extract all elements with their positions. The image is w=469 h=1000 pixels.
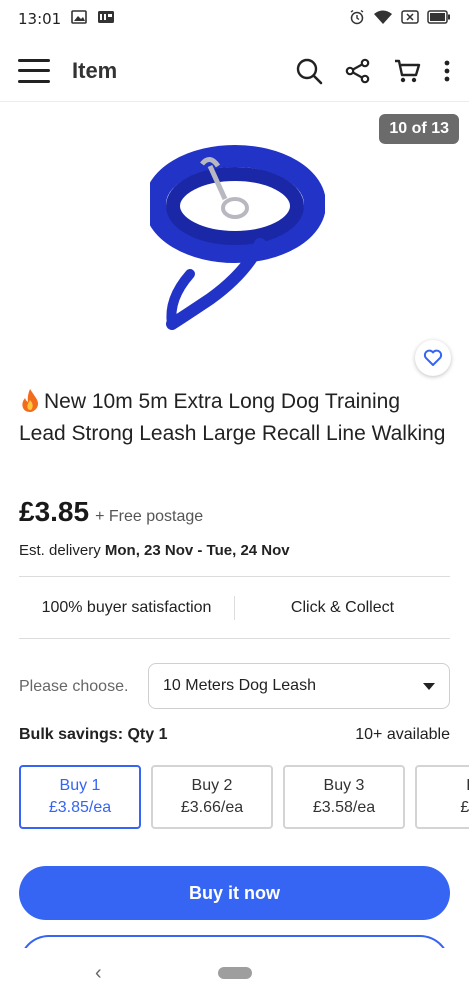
click-collect-badge: Click & Collect xyxy=(290,599,395,616)
bulk-option-3[interactable]: Buy 3 £3.58/ea xyxy=(283,765,405,829)
bulk-option-price: £3.85/ea xyxy=(48,799,112,816)
product-title-text: New 10m 5m Extra Long Dog Training Lead … xyxy=(19,390,446,445)
alarm-icon xyxy=(349,9,365,29)
badges-row: 100% buyer satisfaction Click & Collect xyxy=(19,590,450,626)
image-counter: 10 of 13 xyxy=(379,114,459,144)
chevron-down-icon xyxy=(423,682,435,690)
fire-icon xyxy=(22,389,38,412)
postage: + Free postage xyxy=(95,508,204,525)
divider xyxy=(19,638,450,639)
variant-select[interactable]: 10 Meters Dog Leash xyxy=(148,663,450,709)
bulk-option-2[interactable]: Buy 2 £3.66/ea xyxy=(151,765,273,829)
bulk-option-qty: Buy 3 xyxy=(323,777,365,794)
buyer-satisfaction-badge: 100% buyer satisfaction xyxy=(41,599,212,616)
bulk-savings-label: Bulk savings: Qty 1 xyxy=(19,726,168,743)
system-nav-bar: ‹ xyxy=(0,948,469,1000)
nav-home-button[interactable] xyxy=(218,967,252,979)
menu-icon[interactable] xyxy=(18,58,50,83)
more-vertical-icon[interactable] xyxy=(443,59,451,83)
bulk-option-qty: Buy 1 xyxy=(59,777,101,794)
bulk-option-qty: Buy 2 xyxy=(191,777,233,794)
availability: 10+ available xyxy=(355,726,450,743)
variant-label: Please choose. xyxy=(19,678,129,695)
divider xyxy=(19,576,450,577)
status-time: 13:01 xyxy=(18,10,62,28)
watch-button[interactable] xyxy=(415,340,451,376)
delivery-label: Est. delivery xyxy=(19,542,101,559)
battery-icon xyxy=(427,10,451,28)
bulk-option-1[interactable]: Buy 1 £3.85/ea xyxy=(19,765,141,829)
wifi-icon xyxy=(373,9,393,29)
product-image xyxy=(150,145,325,330)
product-gallery[interactable]: 10 of 13 xyxy=(0,104,469,380)
status-bar: 13:01 xyxy=(0,0,469,38)
page-title: Item xyxy=(72,57,118,83)
cart-icon[interactable] xyxy=(393,57,421,85)
bulk-options: Buy 1 £3.85/ea Buy 2 £3.66/ea Buy 3 £3.5… xyxy=(19,765,469,829)
bulk-option-price: £3.4 xyxy=(460,799,469,816)
bulk-savings-row: Bulk savings: Qty 1 10+ available xyxy=(19,726,450,744)
bulk-option-price: £3.58/ea xyxy=(312,799,376,816)
heart-icon xyxy=(423,349,443,366)
share-icon[interactable] xyxy=(345,58,371,84)
bulk-option-price: £3.66/ea xyxy=(180,799,244,816)
price-row: £3.85 + Free postage xyxy=(19,496,203,528)
estimated-delivery: Est. delivery Mon, 23 Nov - Tue, 24 Nov xyxy=(19,542,290,559)
image-icon xyxy=(71,10,88,28)
product-title: New 10m 5m Extra Long Dog Training Lead … xyxy=(19,386,449,450)
variant-selected-value: 10 Meters Dog Leash xyxy=(163,677,316,694)
search-icon[interactable] xyxy=(295,57,323,85)
price: £3.85 xyxy=(19,496,90,527)
app-header: Item xyxy=(0,40,469,102)
notification-icon xyxy=(97,10,115,28)
nav-back-button[interactable]: ‹ xyxy=(95,962,102,985)
buy-it-now-button[interactable]: Buy it now xyxy=(19,866,450,920)
delivery-dates: Mon, 23 Nov - Tue, 24 Nov xyxy=(104,542,290,559)
no-sim-icon xyxy=(401,10,419,28)
bulk-option-4[interactable]: Bu £3.4 xyxy=(415,765,469,829)
